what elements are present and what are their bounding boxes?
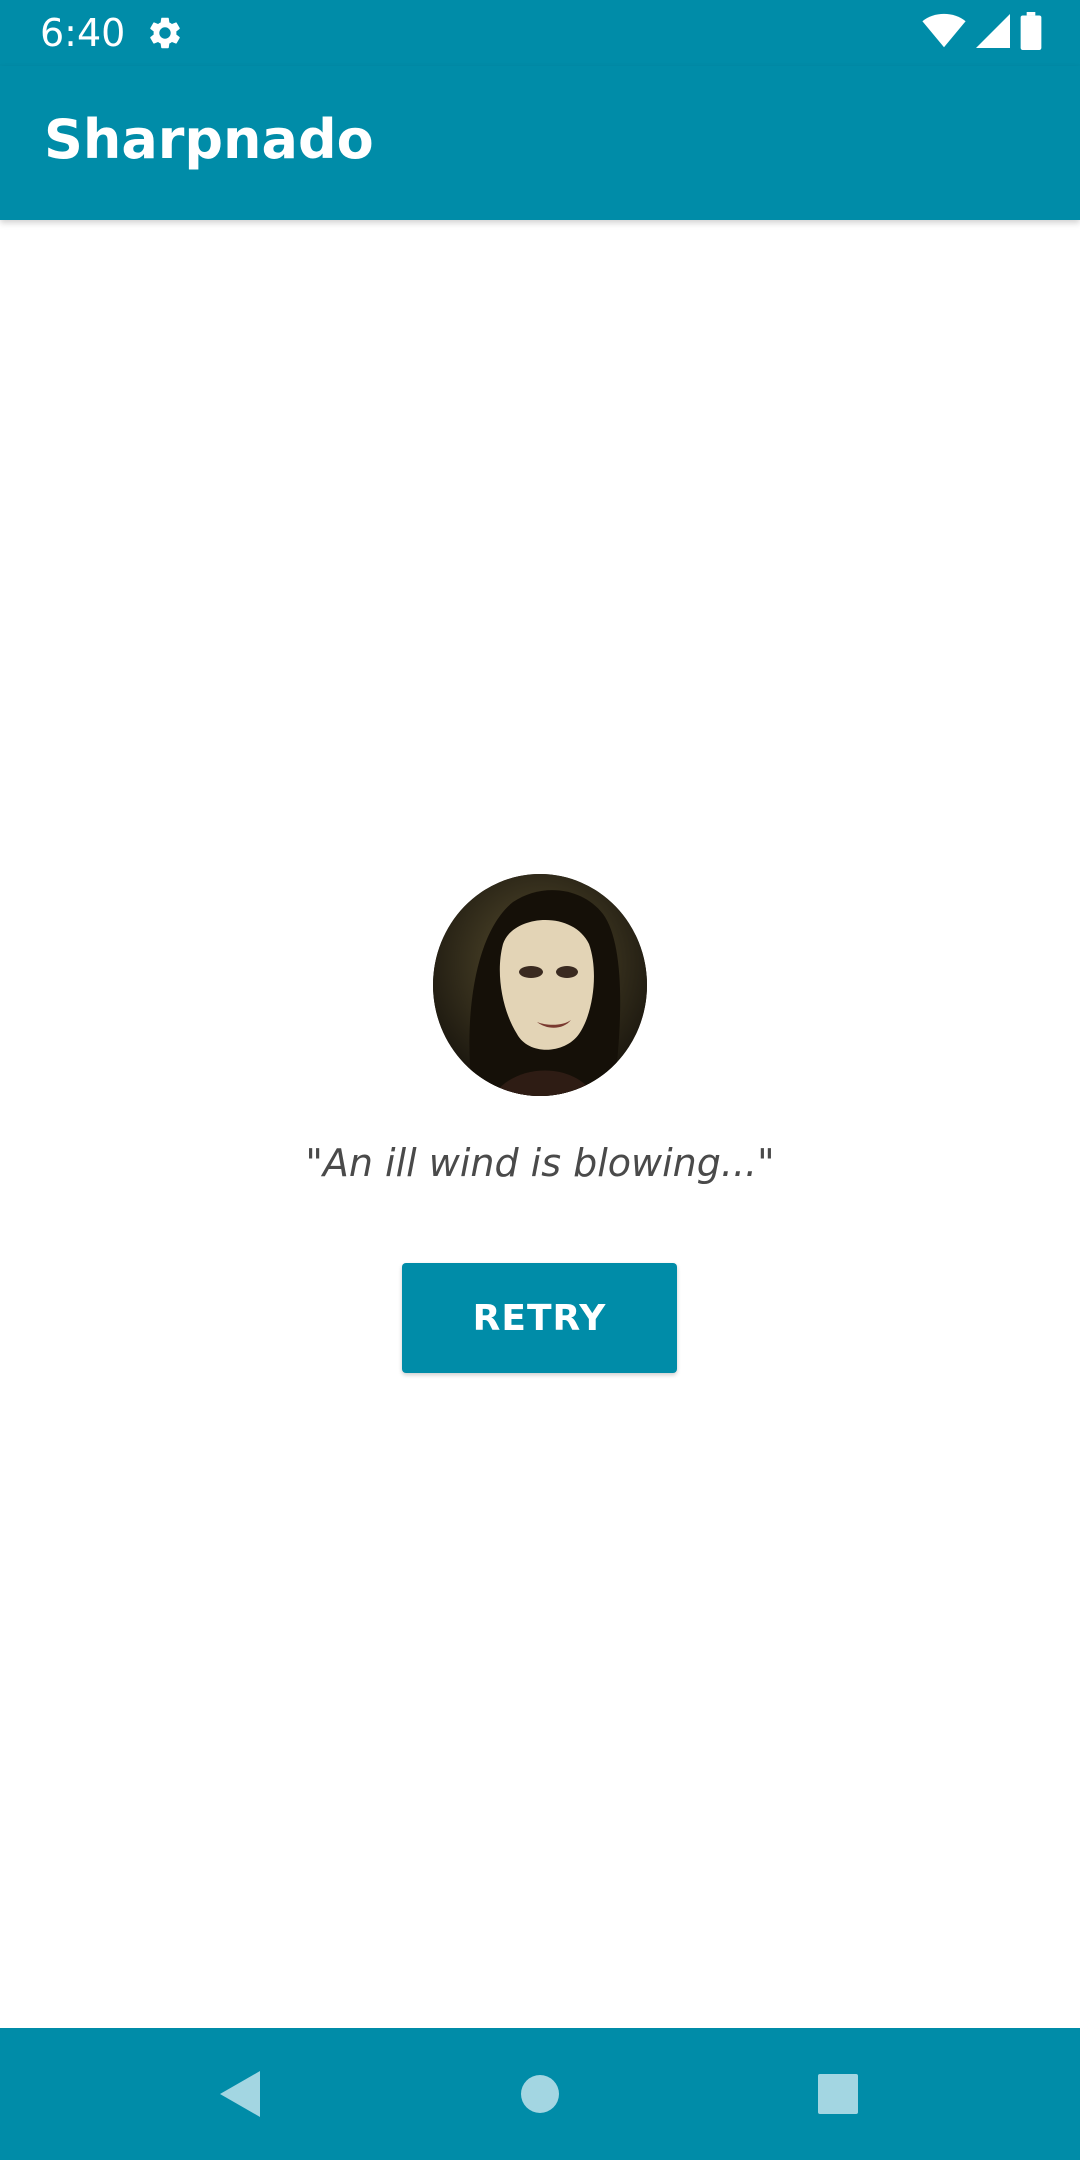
status-icons bbox=[922, 12, 1042, 54]
signal-icon bbox=[976, 13, 1010, 53]
home-icon[interactable] bbox=[510, 2064, 570, 2124]
app-title: Sharpnado bbox=[44, 108, 374, 171]
back-icon[interactable] bbox=[210, 2064, 270, 2124]
retry-button[interactable]: RETRY bbox=[402, 1263, 677, 1373]
recents-icon[interactable] bbox=[808, 2064, 868, 2124]
battery-icon bbox=[1020, 12, 1042, 54]
wifi-icon bbox=[922, 13, 966, 53]
app-bar: Sharpnado bbox=[0, 66, 1080, 220]
error-view: "An ill wind is blowing..." RETRY bbox=[0, 220, 1080, 2028]
status-time: 6:40 bbox=[40, 11, 126, 55]
error-quote: "An ill wind is blowing..." bbox=[305, 1141, 775, 1185]
gear-icon bbox=[146, 14, 184, 52]
status-bar: 6:40 bbox=[0, 0, 1080, 66]
character-portrait bbox=[433, 874, 647, 1096]
screen: 6:40 Sharpnado "An ill wind is blowing..… bbox=[0, 0, 1080, 2160]
navigation-bar bbox=[0, 2028, 1080, 2160]
